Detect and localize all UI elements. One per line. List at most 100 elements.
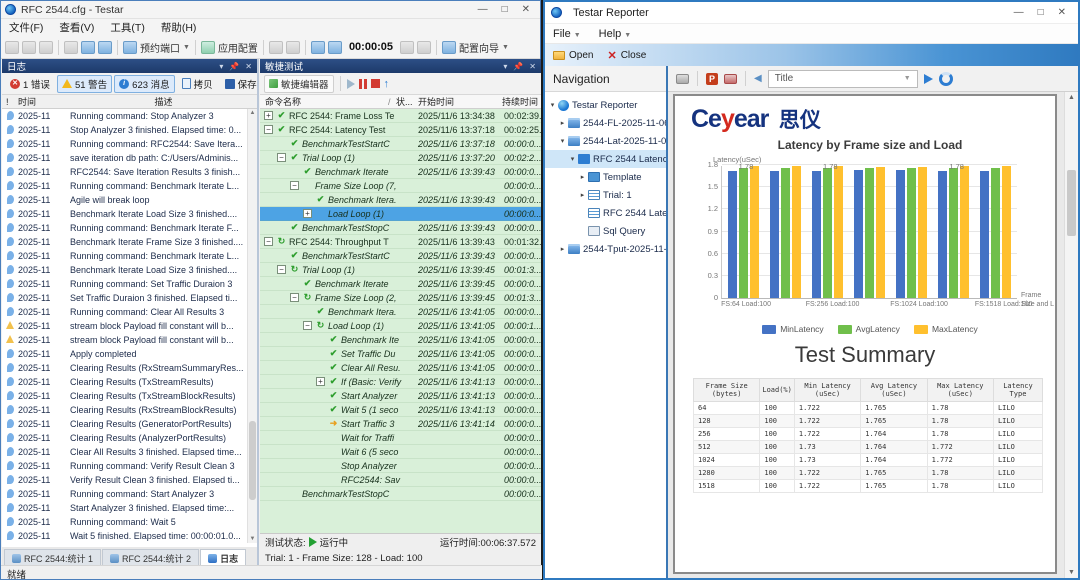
log-scrollbar[interactable]: ▲ ▼ bbox=[247, 109, 257, 543]
log-row[interactable]: 2025-11Running command: Benchmark Iterat… bbox=[2, 179, 247, 193]
close-report-button[interactable]: ✕ Close bbox=[607, 49, 646, 62]
wizard-icon[interactable] bbox=[442, 41, 456, 54]
nav-item-rfc-2544-latency-s[interactable]: ▾RFC 2544 Latency S bbox=[545, 150, 666, 168]
scroll-up-icon[interactable]: ▲ bbox=[248, 110, 257, 116]
log-row[interactable]: 2025-11Clearing Results (TxStreamResults… bbox=[2, 375, 247, 389]
collapse-icon[interactable]: − bbox=[264, 237, 273, 246]
menu-item[interactable]: 帮助(H) bbox=[153, 20, 205, 35]
apply-config-button[interactable]: 应用配置 bbox=[218, 40, 258, 55]
new-icon[interactable] bbox=[5, 41, 19, 54]
tree-collapse-icon[interactable]: ▾ bbox=[568, 155, 577, 163]
command-tree-row[interactable]: Wait for Traffi00:00:0... bbox=[260, 431, 541, 445]
nav-item-2544-tput-2025-11-[interactable]: ▸2544-Tput-2025-11- bbox=[545, 240, 666, 258]
log-row[interactable]: 2025-11Running command: RFC2544: Save It… bbox=[2, 137, 247, 151]
save-icon[interactable] bbox=[39, 41, 53, 54]
command-tree-row[interactable]: −✔RFC 2544: Latency Test2025/11/6 13:37:… bbox=[260, 123, 541, 137]
log-row[interactable]: 2025-11Clearing Results (AnalyzerPortRes… bbox=[2, 431, 247, 445]
tree-expand-icon[interactable]: ▸ bbox=[558, 245, 567, 253]
copy-icon[interactable] bbox=[81, 41, 95, 54]
paste-icon[interactable] bbox=[98, 41, 112, 54]
pause-icon[interactable] bbox=[359, 79, 367, 89]
command-tree-row[interactable]: ➜Start Traffic 32025/11/6 13:41:1400:00:… bbox=[260, 417, 541, 431]
menu-item[interactable]: 文件(F) bbox=[1, 20, 51, 35]
scroll-down-icon[interactable]: ▼ bbox=[248, 536, 257, 542]
command-tree-row[interactable]: ✔Start Analyzer2025/11/6 13:41:1300:00:0… bbox=[260, 389, 541, 403]
log-row[interactable]: 2025-11Benchmark Iterate Load Size 3 fin… bbox=[2, 207, 247, 221]
reserve-port-icon[interactable] bbox=[123, 41, 137, 54]
log-row[interactable]: 2025-11Benchmark Iterate Frame Size 3 fi… bbox=[2, 235, 247, 249]
log-row[interactable]: 2025-11Start Analyzer 3 finished. Elapse… bbox=[2, 501, 247, 515]
command-tree-row[interactable]: ✔Benchmark Itera.2025/11/6 13:39:4300:00… bbox=[260, 193, 541, 207]
tree-collapse-icon[interactable]: ▾ bbox=[558, 137, 567, 145]
chevron-down-icon[interactable]: ▼ bbox=[183, 44, 190, 51]
nav-item-rfc-2544-latency-t[interactable]: RFC 2544 Latency T bbox=[545, 204, 666, 222]
scroll-down-icon[interactable]: ▼ bbox=[1065, 569, 1078, 576]
log-row[interactable]: 2025-11stream block Payload fill constan… bbox=[2, 333, 247, 347]
command-tree-row[interactable]: Stop Analyzer00:00:0... bbox=[260, 459, 541, 473]
chart-icon[interactable] bbox=[269, 41, 283, 54]
dropdown-icon[interactable]: ▾ bbox=[219, 62, 223, 71]
tree-expand-icon[interactable]: ▸ bbox=[578, 173, 587, 181]
menu-item[interactable]: 查看(V) bbox=[51, 20, 102, 35]
command-tree-row[interactable]: +✔If (Basic: Verify2025/11/6 13:41:1300:… bbox=[260, 375, 541, 389]
apply-config-icon[interactable] bbox=[201, 41, 215, 54]
minimize-icon[interactable]: — bbox=[1014, 4, 1024, 22]
log-row[interactable]: 2025-11Clearing Results (TxStreamBlockRe… bbox=[2, 389, 247, 403]
menu-item[interactable]: 工具(T) bbox=[102, 20, 152, 35]
log-row[interactable]: 2025-11save iteration db path: C:/Users/… bbox=[2, 151, 247, 165]
dropdown-icon[interactable]: ▾ bbox=[503, 62, 507, 71]
agile-editor-button[interactable]: 敏捷编辑器 bbox=[264, 75, 334, 93]
log-row[interactable]: 2025-11Verify Result Clean 3 finished. E… bbox=[2, 473, 247, 487]
up-arrow-icon[interactable]: ↑ bbox=[384, 79, 390, 89]
menu-item[interactable]: Help▼ bbox=[599, 28, 632, 40]
log-row[interactable]: 2025-11Benchmark Iterate Load Size 3 fin… bbox=[2, 263, 247, 277]
log-row[interactable]: 2025-11Running command: Verify Result Cl… bbox=[2, 459, 247, 473]
log-row[interactable]: 2025-11stream block Payload fill constan… bbox=[2, 319, 247, 333]
scroll-up-icon[interactable]: ▲ bbox=[1065, 94, 1078, 101]
command-tree-row[interactable]: +✔RFC 2544: Frame Loss Te2025/11/6 13:34… bbox=[260, 109, 541, 123]
log-row[interactable]: 2025-11Agile will break loop bbox=[2, 193, 247, 207]
log-row[interactable]: 2025-11Apply completed bbox=[2, 347, 247, 361]
close-panel-icon[interactable]: ✕ bbox=[529, 62, 536, 71]
command-tree-row[interactable]: −↻Load Loop (1)2025/11/6 13:41:0500:00:1… bbox=[260, 319, 541, 333]
errors-filter-button[interactable]: ✕ 1 错误 bbox=[5, 75, 55, 93]
messages-filter-button[interactable]: i 623 消息 bbox=[114, 75, 175, 93]
command-tree-row[interactable]: −Frame Size Loop (7,00:00:0... bbox=[260, 179, 541, 193]
log-row[interactable]: 2025-11Running command: Start Analyzer 3 bbox=[2, 487, 247, 501]
log-row[interactable]: 2025-11Running command: Benchmark Iterat… bbox=[2, 249, 247, 263]
tree-expand-icon[interactable]: ▸ bbox=[578, 191, 587, 199]
command-tree-row[interactable]: ✔Wait 5 (1 seco2025/11/6 13:41:1300:00:0… bbox=[260, 403, 541, 417]
menu-item[interactable]: File▼ bbox=[553, 28, 581, 40]
collapse-icon[interactable]: − bbox=[290, 181, 299, 190]
config-wizard-button[interactable]: 配置向导 bbox=[459, 40, 499, 55]
command-tree-row[interactable]: −↻Frame Size Loop (2,2025/11/6 13:39:450… bbox=[260, 291, 541, 305]
command-tree-row[interactable]: RFC2544: Sav00:00:0... bbox=[260, 473, 541, 487]
maximize-icon[interactable]: □ bbox=[502, 1, 508, 19]
nav-item-2544-lat-2025-11-0[interactable]: ▾2544-Lat-2025-11-0 bbox=[545, 132, 666, 150]
close-icon[interactable]: ✕ bbox=[522, 1, 530, 19]
close-panel-icon[interactable]: ✕ bbox=[245, 62, 252, 71]
log-row[interactable]: 2025-11Clearing Results (RxStreamSummary… bbox=[2, 361, 247, 375]
export-pdf-icon[interactable] bbox=[724, 74, 737, 84]
chevron-down-icon[interactable]: ▼ bbox=[502, 44, 509, 51]
command-tree-row[interactable]: −✔Trial Loop (1)2025/11/6 13:37:2000:02:… bbox=[260, 151, 541, 165]
command-tree-row[interactable]: ✔Benchmark Iterate2025/11/6 13:39:4500:0… bbox=[260, 277, 541, 291]
collapse-icon[interactable]: − bbox=[277, 153, 286, 162]
nav-item-2544-fl-2025-11-06[interactable]: ▸2544-FL-2025-11-06 bbox=[545, 114, 666, 132]
nav-item-trial-1[interactable]: ▸Trial: 1 bbox=[545, 186, 666, 204]
minimize-icon[interactable]: — bbox=[478, 1, 488, 19]
command-tree-row[interactable]: −↻Trial Loop (1)2025/11/6 13:39:4500:01:… bbox=[260, 263, 541, 277]
collapse-icon[interactable]: − bbox=[264, 125, 273, 134]
table-icon[interactable] bbox=[311, 41, 325, 54]
nav-item-testar-reporter[interactable]: ▾Testar Reporter bbox=[545, 96, 666, 114]
traffic-icon[interactable] bbox=[400, 41, 414, 54]
stop-icon[interactable] bbox=[371, 79, 380, 88]
log-row[interactable]: 2025-11Running command: Wait 5 bbox=[2, 515, 247, 529]
cut-icon[interactable] bbox=[64, 41, 78, 54]
nav-item-sql-query[interactable]: Sql Query bbox=[545, 222, 666, 240]
command-tree-row[interactable]: ✔Clear All Resu.2025/11/6 13:41:0500:00:… bbox=[260, 361, 541, 375]
command-tree-row[interactable]: ✔Benchmark Itera.2025/11/6 13:41:0500:00… bbox=[260, 305, 541, 319]
run-report-icon[interactable] bbox=[924, 74, 933, 84]
reserve-port-button[interactable]: 预约端口 bbox=[140, 40, 180, 55]
collapse-icon[interactable]: − bbox=[290, 293, 299, 302]
